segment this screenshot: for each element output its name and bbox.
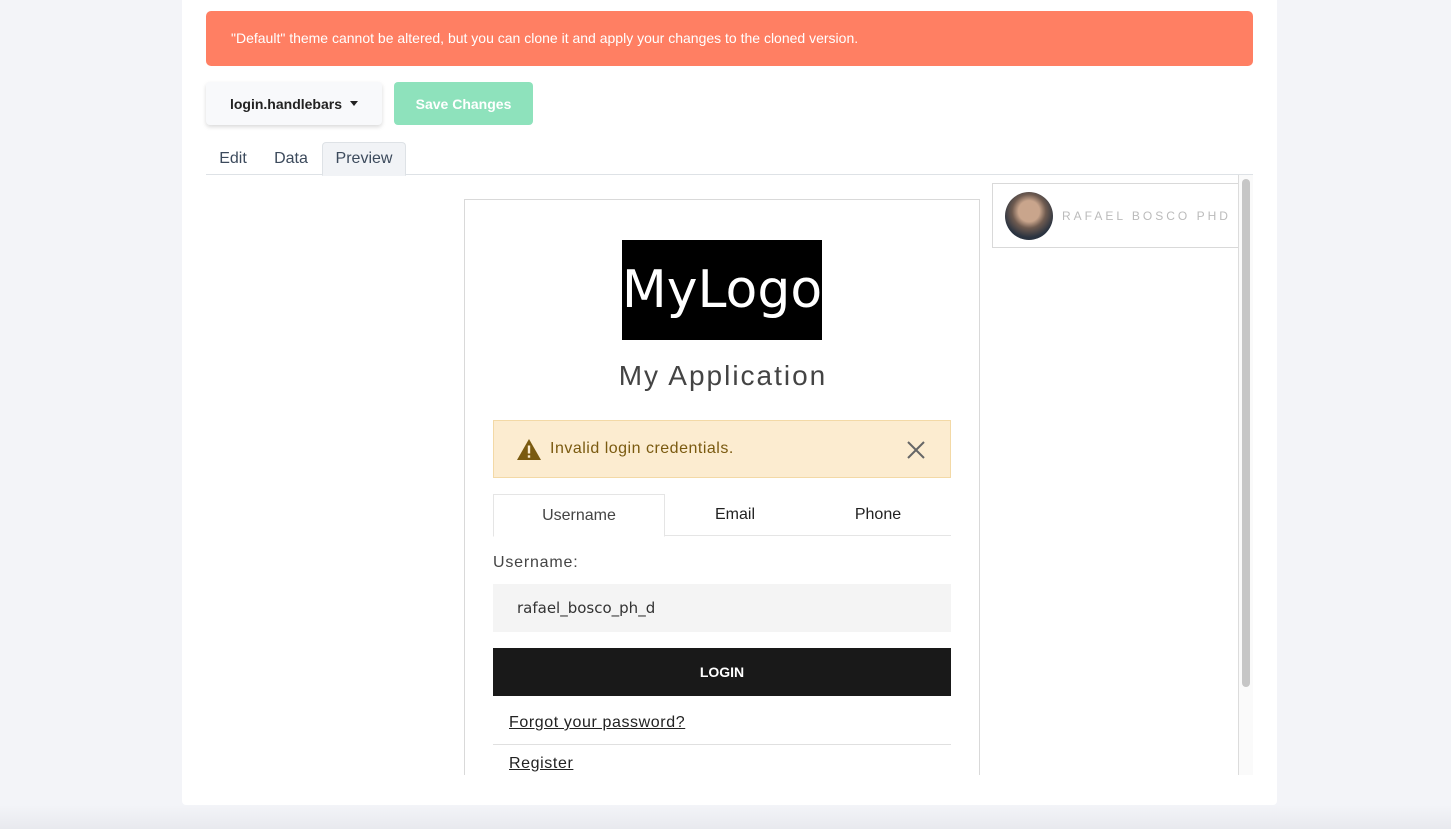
template-select-dropdown[interactable]: login.handlebars (206, 82, 382, 125)
editor-tabs: Edit Data Preview (206, 142, 1253, 176)
alert-message: Invalid login credentials. (550, 440, 734, 457)
preview-pane: MyLogo My Application Invalid login cred… (206, 175, 1253, 775)
tab-email[interactable]: Email (665, 494, 805, 536)
link-divider (493, 744, 951, 745)
save-changes-button[interactable]: Save Changes (394, 82, 533, 125)
user-name: RAFAEL BOSCO PHD (1062, 208, 1231, 223)
app-title: My Application (618, 360, 828, 391)
tab-data[interactable]: Data (260, 142, 322, 175)
caret-down-icon (350, 101, 358, 106)
register-link[interactable]: Register (509, 755, 573, 773)
login-method-tabs: Username Email Phone (493, 494, 951, 537)
avatar (1005, 191, 1053, 240)
warning-triangle-icon (517, 438, 541, 460)
tab-username[interactable]: Username (493, 494, 665, 537)
forgot-password-link[interactable]: Forgot your password? (509, 714, 685, 732)
tab-phone[interactable]: Phone (805, 494, 951, 536)
close-icon[interactable] (906, 440, 926, 460)
page-bottom-shade (0, 805, 1451, 829)
scrollbar-thumb[interactable] (1242, 179, 1250, 687)
banner-message: "Default" theme cannot be altered, but y… (231, 30, 859, 46)
tab-preview[interactable]: Preview (322, 142, 406, 176)
app-logo: MyLogo (622, 240, 822, 340)
tab-edit[interactable]: Edit (206, 142, 260, 175)
template-select-label: login.handlebars (229, 95, 342, 112)
theme-editor-card: "Default" theme cannot be altered, but y… (182, 0, 1277, 805)
current-user-badge[interactable]: RAFAEL BOSCO PHD (992, 183, 1250, 248)
login-button[interactable]: LOGIN (493, 648, 951, 696)
invalid-credentials-alert: Invalid login credentials. (493, 420, 951, 478)
preview-scrollbar[interactable] (1239, 175, 1253, 775)
default-theme-warning-banner: "Default" theme cannot be altered, but y… (206, 11, 1253, 66)
logo-text: MyLogo (621, 260, 823, 320)
username-input[interactable] (493, 584, 951, 632)
login-preview-box: MyLogo My Application Invalid login cred… (464, 199, 980, 775)
username-label: Username: (493, 554, 579, 571)
